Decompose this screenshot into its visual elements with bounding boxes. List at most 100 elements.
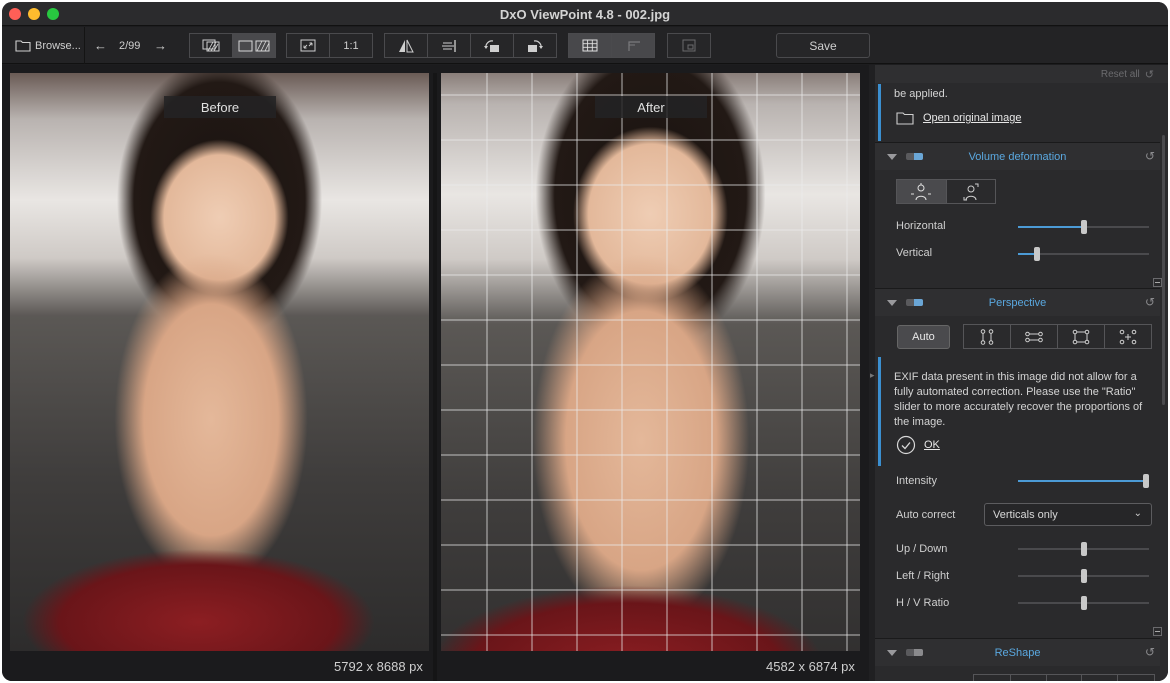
exif-note: EXIF data present in this image did not …	[878, 357, 1159, 466]
overlay-view-icon	[202, 39, 220, 52]
perspective-header[interactable]: Perspective ↺	[875, 288, 1160, 316]
preview-settings-button[interactable]	[667, 33, 711, 58]
rotate-right-button[interactable]	[513, 33, 557, 58]
rotate-left-button[interactable]	[470, 33, 514, 58]
title-bar: DxO ViewPoint 4.8 - 002.jpg	[2, 2, 1168, 26]
auto-correct-value: Verticals only	[993, 508, 1058, 521]
zoom-1to1-button[interactable]: 1:1	[329, 33, 373, 58]
left-right-label: Left / Right	[896, 570, 950, 582]
perspective-icon	[442, 39, 456, 52]
toolbar: Browse... ← 2/99 → 1:1 Save	[2, 27, 1168, 64]
image-counter: 2/99	[119, 39, 141, 52]
split-view-button[interactable]	[189, 33, 233, 58]
undo-icon: ↺	[1144, 69, 1154, 81]
vertical-lines-icon	[980, 328, 994, 345]
rotate-left-icon	[484, 39, 499, 52]
viewer-divider	[433, 73, 437, 681]
undo-icon[interactable]: ↺	[1145, 645, 1155, 659]
volume-mode-horizontal[interactable]	[897, 180, 947, 203]
reshape-tool-4[interactable]	[1082, 675, 1119, 681]
photo-before-content	[10, 73, 429, 651]
open-original-image-link[interactable]: Open original image	[923, 112, 1021, 124]
horizontal-slider[interactable]	[1018, 220, 1149, 234]
perspective-mode-vertical-lines[interactable]	[964, 325, 1011, 348]
before-image[interactable]: Before	[10, 73, 429, 651]
reset-all-row: Reset all ↺	[875, 65, 1168, 83]
auto-correct-dropdown[interactable]: Verticals only ⌄	[984, 503, 1152, 526]
after-label: After	[595, 96, 707, 118]
previous-image-button[interactable]: ←	[94, 33, 107, 58]
before-label: Before	[164, 96, 276, 118]
slider-knob[interactable]	[1143, 474, 1149, 488]
guides-toggle-button[interactable]	[611, 33, 655, 58]
toolbar-separator	[84, 27, 85, 64]
perspective-tool-button[interactable]	[427, 33, 471, 58]
zoom-1to1-label: 1:1	[343, 39, 359, 52]
reshape-tool-2[interactable]	[1011, 675, 1047, 681]
browse-button[interactable]: Browse...	[15, 33, 81, 58]
fit-to-screen-button[interactable]	[286, 33, 330, 58]
rotate-right-icon	[528, 39, 543, 52]
vertical-slider[interactable]	[1018, 247, 1149, 261]
rectangle-icon	[1072, 329, 1090, 344]
chevron-down-icon: ⌄	[1133, 508, 1142, 519]
reshape-header[interactable]: ReShape ↺	[875, 638, 1160, 666]
reshape-tool-selector	[973, 674, 1155, 681]
intensity-slider[interactable]	[1018, 474, 1149, 488]
side-by-side-view-button[interactable]	[232, 33, 276, 58]
vertical-label: Vertical	[896, 247, 933, 259]
check-circle-icon	[896, 435, 916, 455]
after-dimensions: 4582 x 6874 px	[766, 659, 855, 674]
slider-knob[interactable]	[1034, 247, 1040, 261]
reshape-tool-3[interactable]	[1047, 675, 1083, 681]
reset-all-label: Reset all	[1100, 69, 1140, 80]
volume-deformation-header[interactable]: Volume deformation ↺	[875, 142, 1160, 170]
image-viewer: Before After 5792 x 8688 px 4582 x 6874 …	[2, 65, 874, 681]
undo-icon[interactable]: ↺	[1145, 149, 1155, 163]
exif-ok-row[interactable]: OK	[896, 435, 940, 455]
left-right-slider[interactable]	[1018, 569, 1149, 583]
collapse-section-icon[interactable]	[1153, 627, 1162, 636]
undo-icon[interactable]: ↺	[1145, 295, 1155, 309]
slider-knob[interactable]	[1081, 220, 1087, 234]
corrections-panel: Reset all ↺ be applied. Open original im…	[875, 65, 1168, 681]
chevron-right-icon: ▸	[870, 370, 875, 380]
perspective-mode-rectangle[interactable]	[1058, 325, 1105, 348]
hv-ratio-slider[interactable]	[1018, 596, 1149, 610]
collapse-section-icon[interactable]	[1153, 278, 1162, 287]
grid-toggle-button[interactable]	[568, 33, 612, 58]
reshape-tool-1[interactable]	[974, 675, 1011, 681]
volume-deformation-title: Volume deformation	[968, 151, 1067, 163]
fit-screen-icon	[300, 39, 316, 52]
next-image-button[interactable]: →	[154, 33, 167, 58]
panel-scrollbar[interactable]	[1162, 135, 1165, 405]
save-button[interactable]: Save	[776, 33, 870, 58]
eight-points-icon	[1119, 329, 1137, 344]
after-image[interactable]: After	[441, 73, 860, 651]
slider-knob[interactable]	[1081, 596, 1087, 610]
perspective-mode-points[interactable]	[1105, 325, 1151, 348]
perspective-title: Perspective	[988, 297, 1047, 309]
reset-all-button[interactable]: Reset all ↺	[1101, 68, 1154, 81]
flip-horizontal-icon	[399, 39, 414, 52]
up-down-slider[interactable]	[1018, 542, 1149, 556]
slider-knob[interactable]	[1081, 569, 1087, 583]
slider-knob[interactable]	[1081, 542, 1087, 556]
exif-note-text: EXIF data present in this image did not …	[894, 371, 1143, 428]
reshape-tool-5[interactable]	[1118, 675, 1154, 681]
hv-ratio-label: H / V Ratio	[896, 597, 950, 609]
window-title: DxO ViewPoint 4.8 - 002.jpg	[499, 7, 671, 22]
volume-mode-vertical[interactable]	[947, 180, 996, 203]
app-window: DxO ViewPoint 4.8 - 002.jpg Browse... ← …	[2, 2, 1168, 681]
slider-fill	[1018, 226, 1084, 228]
perspective-grid-overlay	[441, 73, 860, 651]
exif-ok-button[interactable]: OK	[924, 439, 940, 451]
slider-fill	[1018, 480, 1146, 482]
horizontal-label: Horizontal	[896, 220, 946, 232]
folder-icon	[896, 112, 914, 125]
perspective-auto-button[interactable]: Auto	[897, 325, 950, 349]
before-dimensions: 5792 x 8688 px	[334, 659, 423, 674]
flip-button[interactable]	[384, 33, 428, 58]
perspective-mode-horizontal-lines[interactable]	[1011, 325, 1058, 348]
reshape-title: ReShape	[994, 647, 1041, 659]
